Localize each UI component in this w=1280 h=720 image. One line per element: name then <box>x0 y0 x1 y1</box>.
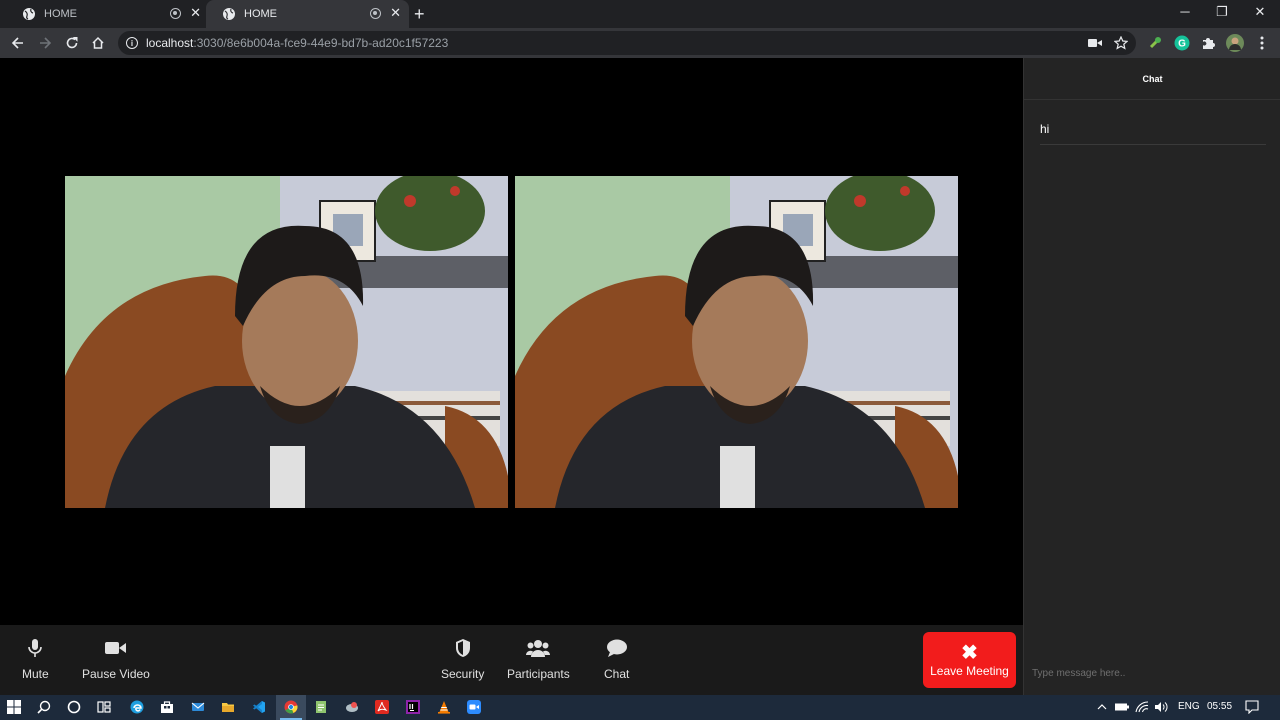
app-icon[interactable] <box>344 699 360 715</box>
mute-button[interactable]: Mute <box>22 633 49 681</box>
extension-icon[interactable] <box>1146 34 1164 52</box>
wifi-icon[interactable] <box>1134 699 1150 715</box>
bookmark-star-icon[interactable] <box>1112 34 1130 52</box>
leave-meeting-button[interactable]: ✖ Leave Meeting <box>923 632 1016 688</box>
windows-taskbar: ENG 05:55 <box>0 695 1280 720</box>
participants-button[interactable]: Participants <box>507 633 570 681</box>
store-icon[interactable] <box>159 699 175 715</box>
language-indicator[interactable]: ENG <box>1178 701 1200 712</box>
zoom-icon[interactable] <box>466 699 482 715</box>
shield-icon <box>455 633 471 663</box>
cortana-icon[interactable] <box>66 699 82 715</box>
vscode-icon[interactable] <box>251 699 267 715</box>
arrow-left-icon <box>11 37 23 49</box>
minimize-button[interactable]: ─ <box>1173 4 1197 19</box>
home-icon <box>92 36 104 49</box>
security-button[interactable]: Security <box>441 633 484 681</box>
recording-icon <box>370 8 381 19</box>
close-window-button[interactable]: ✕ <box>1248 4 1272 20</box>
chat-message: hi <box>1040 122 1266 145</box>
chat-panel: Chat hi <box>1023 58 1280 695</box>
chat-label: Chat <box>604 667 630 681</box>
new-tab-button[interactable]: + <box>414 4 425 24</box>
vlc-icon[interactable] <box>436 699 452 715</box>
chevron-up-icon[interactable] <box>1094 699 1110 715</box>
url-path: :3030/8e6b004a-fce9-44e9-bd7b-ad20c1f572… <box>193 36 449 50</box>
users-icon <box>526 633 551 663</box>
webcam-video <box>515 176 958 508</box>
speech-bubble-icon <box>606 633 628 663</box>
arrow-right-icon <box>40 37 52 49</box>
chat-button[interactable]: Chat <box>604 633 629 681</box>
back-button[interactable] <box>8 33 28 53</box>
security-label: Security <box>441 667 485 681</box>
close-tab-icon[interactable]: ✕ <box>390 6 401 20</box>
profile-avatar[interactable] <box>1226 34 1244 52</box>
recording-icon <box>170 8 181 19</box>
edge-icon[interactable] <box>129 699 145 715</box>
participants-label: Participants <box>507 667 570 681</box>
tab-title: HOME <box>44 8 77 20</box>
notepad-icon[interactable] <box>313 699 329 715</box>
close-tab-icon[interactable]: ✕ <box>190 6 201 20</box>
url-host: localhost <box>146 36 194 50</box>
webcam-video <box>65 176 508 508</box>
browser-tabstrip: HOME ✕ HOME ✕ + ─ ❐ ✕ <box>0 0 1280 28</box>
mute-label: Mute <box>22 667 49 681</box>
video-tile-peer <box>515 176 958 508</box>
video-stage <box>0 58 1023 625</box>
grammarly-icon[interactable]: G <box>1173 34 1191 52</box>
browser-tab-1[interactable]: HOME ✕ <box>6 0 209 28</box>
microphone-icon <box>27 633 43 663</box>
camera-in-use-icon[interactable] <box>1086 34 1104 52</box>
pause-video-button[interactable]: Pause Video <box>82 633 150 681</box>
info-icon[interactable]: i <box>126 37 138 49</box>
tab-title: HOME <box>244 8 277 20</box>
pause-video-label: Pause Video <box>82 667 150 681</box>
chrome-icon[interactable] <box>283 699 299 715</box>
clock[interactable]: 05:55 <box>1207 701 1232 712</box>
volume-icon[interactable] <box>1153 699 1169 715</box>
menu-kebab-icon[interactable] <box>1253 34 1271 52</box>
home-button[interactable] <box>88 33 108 53</box>
close-icon: ✖ <box>961 642 978 664</box>
reload-icon <box>66 37 78 49</box>
mail-icon[interactable] <box>190 699 206 715</box>
file-explorer-icon[interactable] <box>220 699 236 715</box>
video-tile-self <box>65 176 508 508</box>
chat-panel-title: Chat <box>1024 58 1280 100</box>
svg-text:G: G <box>1178 39 1186 50</box>
reload-button[interactable] <box>62 33 82 53</box>
task-view-icon[interactable] <box>96 699 112 715</box>
leave-meeting-label: Leave Meeting <box>930 664 1009 678</box>
acrobat-icon[interactable] <box>374 699 390 715</box>
search-icon[interactable] <box>36 699 52 715</box>
meeting-controls-bar: Mute Pause Video Security Participants C… <box>0 625 1023 695</box>
chat-message-input[interactable] <box>1032 662 1272 684</box>
globe-icon <box>222 7 236 21</box>
battery-icon[interactable] <box>1114 699 1130 715</box>
windows-start-icon[interactable] <box>6 699 22 715</box>
restore-button[interactable]: ❐ <box>1210 4 1234 20</box>
intellij-icon[interactable] <box>405 699 421 715</box>
puzzle-extensions-icon[interactable] <box>1199 34 1217 52</box>
browser-toolbar: i localhost:3030/8e6b004a-fce9-44e9-bd7b… <box>0 28 1280 58</box>
forward-button[interactable] <box>35 33 55 53</box>
notifications-icon[interactable] <box>1244 699 1260 715</box>
address-bar[interactable]: i localhost:3030/8e6b004a-fce9-44e9-bd7b… <box>118 31 1136 55</box>
globe-icon <box>22 7 36 21</box>
video-camera-icon <box>104 633 127 663</box>
browser-tab-2[interactable]: HOME ✕ <box>206 0 409 28</box>
